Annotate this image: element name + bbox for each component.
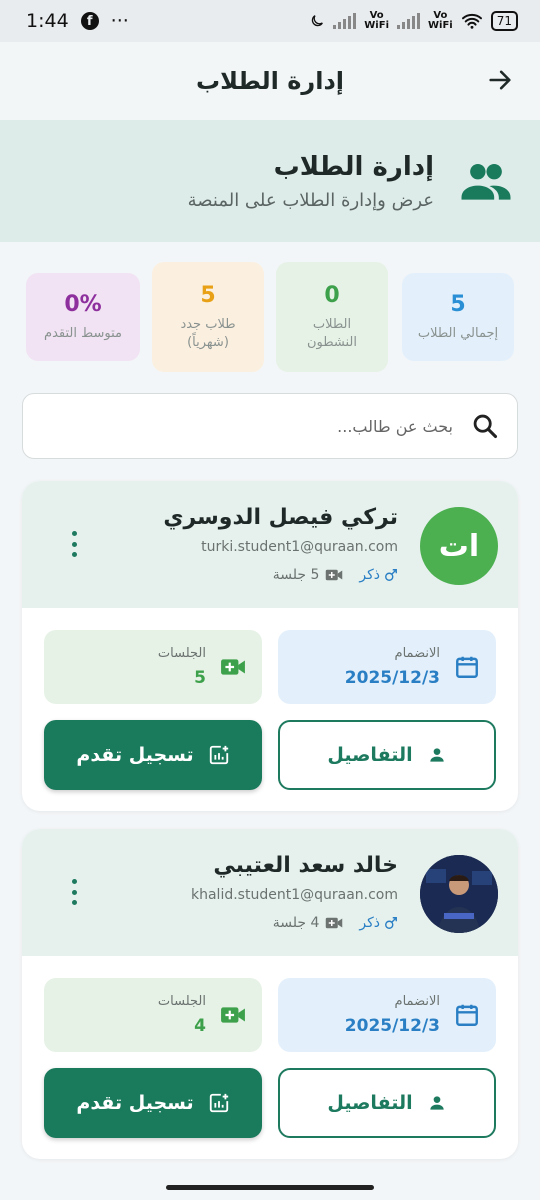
stat-value: 5 — [450, 291, 466, 317]
video-add-icon — [221, 659, 245, 675]
vowifi-label-2: Vo WiFi — [428, 10, 453, 31]
stat-active-students: 0 الطلاب النشطون — [276, 262, 388, 372]
stat-new-students: 5 طلاب جدد (شهرياً) — [152, 262, 264, 372]
stats-row: 5 إجمالي الطلاب 0 الطلاب النشطون 5 طلاب … — [26, 262, 514, 372]
student-meta: ذكر 5 جلسة — [273, 567, 398, 583]
sessions-box: الجلسات 4 — [44, 978, 262, 1052]
stat-total-students: 5 إجمالي الطلاب — [402, 273, 514, 361]
gender-badge: ذكر — [359, 915, 398, 931]
calendar-icon — [456, 656, 478, 678]
stat-label: طلاب جدد (شهرياً) — [180, 316, 236, 350]
male-icon — [385, 917, 397, 929]
moon-icon — [312, 15, 324, 27]
status-bar: 1:44 f ··· Vo WiFi Vo WiFi 71 — [0, 0, 540, 42]
chart-add-icon — [209, 1093, 228, 1113]
chart-add-icon — [209, 745, 228, 765]
session-count-label: 4 جلسة — [272, 915, 320, 931]
sessions-count: 5 — [194, 668, 206, 688]
stat-label: متوسط التقدم — [44, 325, 122, 341]
page-title: إدارة الطلاب — [195, 67, 345, 95]
avatar: ات — [420, 507, 498, 585]
session-count-badge: 5 جلسة — [273, 567, 344, 583]
student-card-header: ات تركي فيصل الدوسري turki.student1@qura… — [22, 481, 518, 608]
student-card-header: خالد سعد العتيبي khalid.student1@quraan.… — [22, 829, 518, 956]
record-progress-button[interactable]: تسجيل تقدم — [44, 1068, 262, 1138]
join-date: 2025/12/3 — [344, 1016, 440, 1036]
sessions-box: الجلسات 5 — [44, 630, 262, 704]
student-name: تركي فيصل الدوسري — [163, 505, 398, 530]
header-banner: إدارة الطلاب عرض وإدارة الطلاب على المنص… — [0, 120, 540, 242]
details-button[interactable]: التفاصيل — [278, 1068, 496, 1138]
join-label: الانضمام — [394, 646, 440, 661]
gender-label: ذكر — [359, 915, 380, 931]
stat-avg-progress: 0% متوسط التقدم — [26, 273, 140, 361]
stat-value: 5 — [200, 282, 216, 308]
wifi-icon — [461, 13, 482, 29]
person-icon — [429, 1096, 444, 1110]
users-icon — [461, 163, 511, 200]
stat-label: الطلاب النشطون — [306, 316, 358, 350]
status-time: 1:44 — [26, 10, 69, 32]
app-bar: إدارة الطلاب — [0, 42, 540, 120]
session-count-label: 5 جلسة — [272, 567, 320, 583]
calendar-icon — [456, 1004, 478, 1026]
student-card: ات تركي فيصل الدوسري turki.student1@qura… — [22, 481, 518, 811]
header-title: إدارة الطلاب — [273, 151, 434, 182]
sessions-count: 4 — [194, 1016, 206, 1036]
video-add-icon — [326, 917, 343, 929]
student-meta: ذكر 4 جلسة — [273, 915, 398, 931]
student-card: خالد سعد العتيبي khalid.student1@quraan.… — [22, 829, 518, 1159]
join-date-box: الانضمام 2025/12/3 — [278, 630, 496, 704]
details-button[interactable]: التفاصيل — [278, 720, 496, 790]
avatar-photo — [420, 855, 498, 933]
sessions-label: الجلسات — [157, 994, 206, 1009]
join-date-box: الانضمام 2025/12/3 — [278, 978, 496, 1052]
student-email: khalid.student1@quraan.com — [191, 887, 398, 903]
join-date: 2025/12/3 — [344, 668, 440, 688]
status-more: ··· — [110, 10, 129, 32]
home-indicator[interactable] — [166, 1185, 374, 1190]
record-progress-button[interactable]: تسجيل تقدم — [44, 720, 262, 790]
search-icon — [473, 414, 498, 439]
vowifi-label: Vo WiFi — [364, 10, 389, 31]
facebook-icon: f — [80, 12, 99, 30]
signal-icon-2 — [397, 13, 420, 29]
stat-value: 0 — [324, 282, 340, 308]
more-options-icon[interactable] — [70, 531, 78, 557]
stat-label: إجمالي الطلاب — [417, 325, 499, 341]
signal-icon — [333, 13, 357, 29]
male-icon — [385, 569, 397, 581]
profile-photo-icon — [420, 855, 498, 933]
stat-value: 0% — [64, 291, 102, 317]
search-bar[interactable] — [22, 393, 518, 459]
details-button-label: التفاصيل — [327, 1092, 413, 1114]
gender-badge: ذكر — [359, 567, 398, 583]
join-label: الانضمام — [394, 994, 440, 1009]
session-count-badge: 4 جلسة — [273, 915, 344, 931]
record-progress-label: تسجيل تقدم — [76, 1092, 194, 1114]
record-progress-label: تسجيل تقدم — [76, 744, 194, 766]
details-button-label: التفاصيل — [327, 744, 413, 766]
person-icon — [429, 748, 444, 762]
sessions-label: الجلسات — [157, 646, 206, 661]
arrow-right-icon[interactable] — [486, 66, 514, 94]
header-subtitle: عرض وإدارة الطلاب على المنصة — [187, 189, 434, 211]
more-options-icon[interactable] — [70, 879, 78, 905]
student-email: turki.student1@quraan.com — [201, 539, 398, 555]
video-add-icon — [326, 569, 343, 581]
battery-icon: 71 — [490, 11, 518, 31]
video-add-icon — [221, 1007, 245, 1023]
search-input[interactable] — [23, 416, 453, 436]
gender-label: ذكر — [359, 567, 380, 583]
student-name: خالد سعد العتيبي — [213, 853, 398, 878]
